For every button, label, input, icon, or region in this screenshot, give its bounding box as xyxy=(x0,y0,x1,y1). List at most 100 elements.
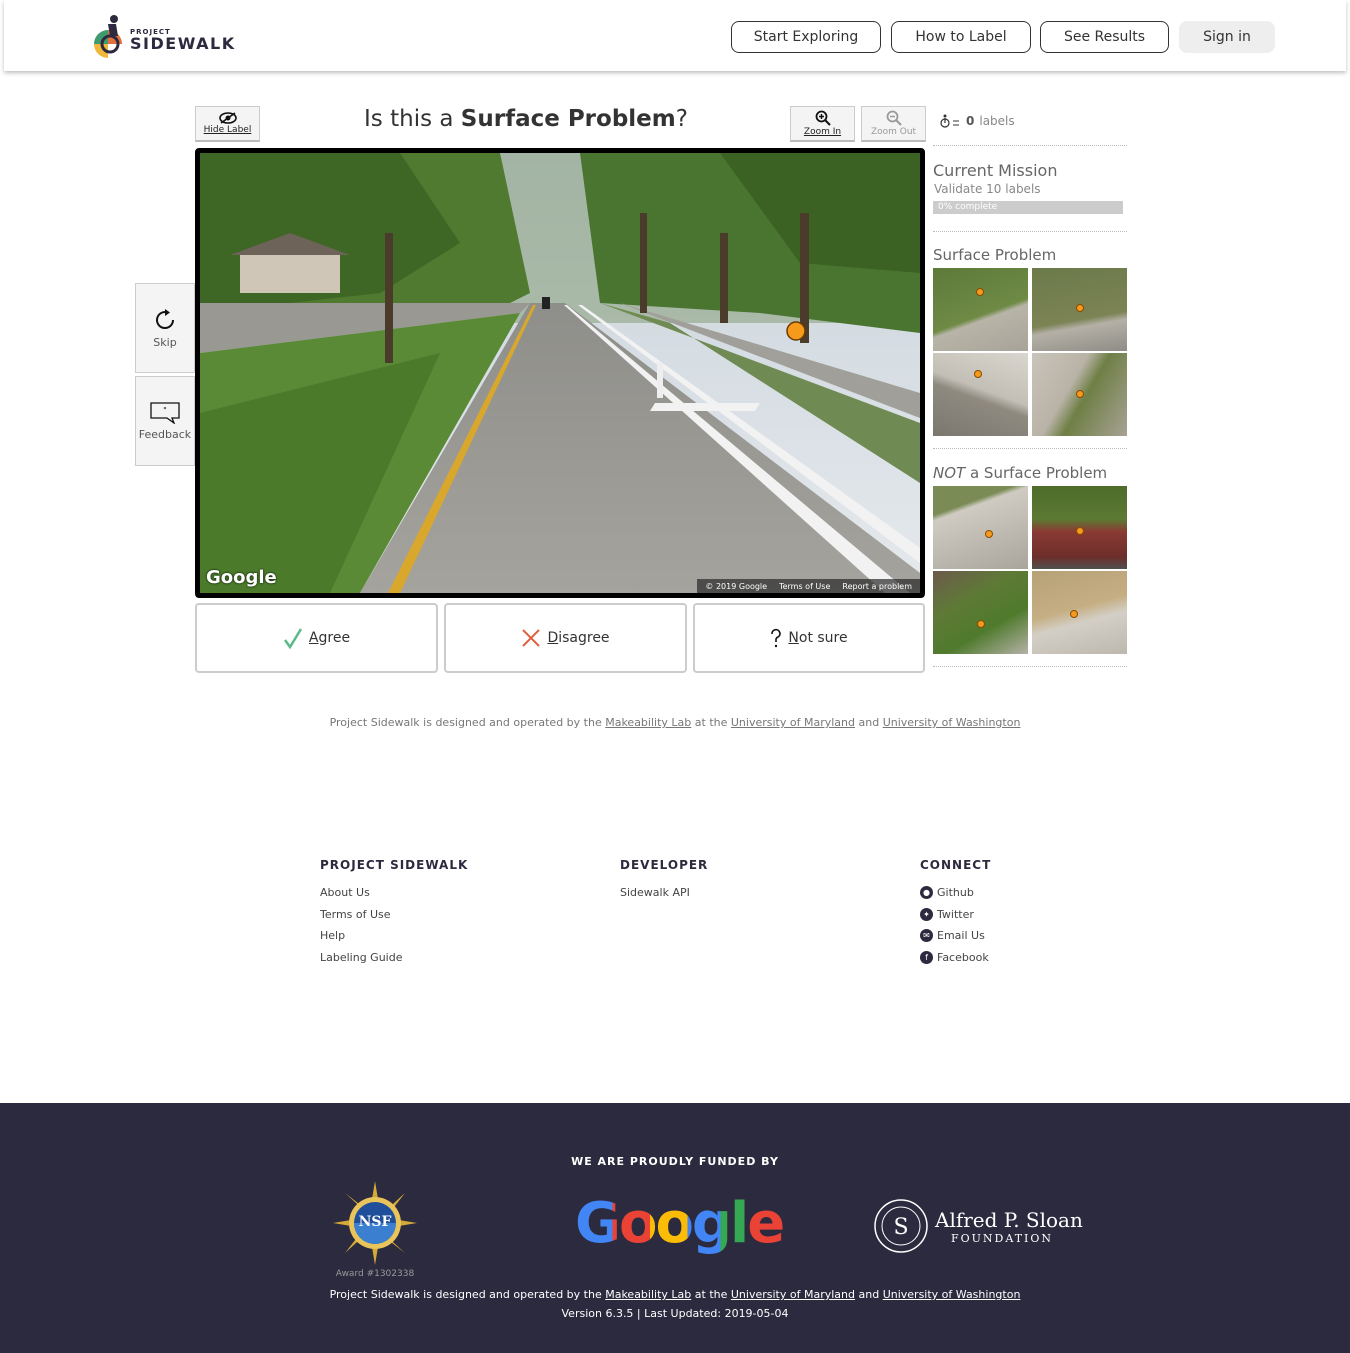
footer-developer-title: DEVELOPER xyxy=(620,858,709,872)
divider xyxy=(933,448,1127,449)
wheelchair-logo-icon xyxy=(94,15,122,58)
labeling-guide-link[interactable]: Labeling Guide xyxy=(320,947,468,969)
feedback-label: Feedback xyxy=(138,427,192,441)
counter-example-image-4[interactable] xyxy=(1032,571,1127,654)
uw-link[interactable]: University of Washington xyxy=(883,716,1021,729)
facebook-link[interactable]: f Facebook xyxy=(920,947,991,969)
credit-prefix: Project Sidewalk is designed and operate… xyxy=(329,716,606,729)
google-logo-text: Google xyxy=(575,1191,785,1256)
site-header: PROJECT SIDEWALK Start Exploring How to … xyxy=(4,0,1346,71)
wheelchair-icon xyxy=(940,114,959,128)
github-label: Github xyxy=(937,886,974,900)
street-view-panorama[interactable]: Google © 2019 Google Terms of Use Report… xyxy=(195,148,925,598)
street-view-image xyxy=(200,153,920,593)
github-link[interactable]: ● Github xyxy=(920,882,991,904)
validation-question: Is this a Surface Problem? xyxy=(262,106,790,132)
see-results-button[interactable]: See Results xyxy=(1040,21,1169,53)
skip-label: Skip xyxy=(153,335,177,349)
fcredit-prefix: Project Sidewalk is designed and operate… xyxy=(329,1288,606,1301)
refresh-icon xyxy=(156,308,175,329)
disagree-button[interactable]: Disagree xyxy=(444,603,687,673)
mission-progress-text: 0% complete xyxy=(938,202,998,212)
zoom-in-icon xyxy=(815,110,831,126)
footer-column-connect: CONNECT ● Github ✦ Twitter ✉ Email Us f Face… xyxy=(920,858,991,968)
start-exploring-button[interactable]: Start Exploring xyxy=(731,21,881,53)
zoom-out-button[interactable]: Zoom Out xyxy=(861,106,926,142)
not-sure-label: Not sure xyxy=(788,630,848,646)
footer-umd-link[interactable]: University of Maryland xyxy=(731,1288,855,1301)
example-image-2[interactable] xyxy=(1032,268,1127,351)
mission-description: Validate 10 labels xyxy=(934,182,1041,196)
google-watermark: Google xyxy=(206,567,277,588)
hide-label-text: Hide Label xyxy=(203,125,252,135)
credit-line: Project Sidewalk is designed and operate… xyxy=(0,716,1350,729)
nsf-award: Award #1302338 xyxy=(335,1269,415,1279)
pano-copyright: © 2019 Google xyxy=(705,581,768,591)
sloan-seal-icon: S xyxy=(874,1199,928,1253)
divider xyxy=(933,666,1127,667)
pano-report-link[interactable]: Report a problem xyxy=(842,582,912,591)
hide-label-button[interactable]: Hide Label xyxy=(195,106,260,142)
counter-examples-not: NOT xyxy=(933,464,966,482)
sloan-logo[interactable]: S Alfred P. Sloan FOUNDATION xyxy=(873,1198,1083,1258)
example-image-1[interactable] xyxy=(933,268,1028,351)
facebook-icon: f xyxy=(920,950,933,964)
nsf-logo[interactable]: NSF xyxy=(333,1181,417,1265)
divider xyxy=(933,231,1127,232)
funders-title: WE ARE PROUDLY FUNDED BY xyxy=(571,1155,779,1168)
divider xyxy=(933,145,1127,146)
footer-project-title: PROJECT SIDEWALK xyxy=(320,858,469,872)
twitter-link[interactable]: ✦ Twitter xyxy=(920,904,991,926)
disagree-label: Disagree xyxy=(547,630,610,646)
speech-bubble-icon: " xyxy=(150,401,180,424)
umd-link[interactable]: University of Maryland xyxy=(731,716,855,729)
label-count-suffix: labels xyxy=(979,114,1015,128)
version-info: Version 6.3.5 | Last Updated: 2019-05-04 xyxy=(561,1307,789,1320)
footer-makeability-lab-link[interactable]: Makeability Lab xyxy=(605,1288,691,1301)
twitter-icon: ✦ xyxy=(920,907,933,921)
terms-of-use-link[interactable]: Terms of Use xyxy=(320,904,468,926)
counter-example-image-2[interactable] xyxy=(1032,486,1127,569)
pano-footer: © 2019 Google Terms of Use Report a prob… xyxy=(697,579,920,593)
zoom-out-icon xyxy=(886,110,902,126)
feedback-button[interactable]: " Feedback xyxy=(135,376,195,466)
google-logo[interactable]: Google xyxy=(575,1191,785,1261)
sign-in-button[interactable]: Sign in xyxy=(1179,21,1275,53)
help-link[interactable]: Help xyxy=(320,925,468,947)
twitter-label: Twitter xyxy=(937,907,974,921)
question-prefix: Is this a xyxy=(364,106,461,132)
counter-example-image-1[interactable] xyxy=(933,486,1028,569)
zoom-out-text: Zoom Out xyxy=(870,127,917,137)
fcredit-mid2: and xyxy=(854,1288,883,1301)
question-suffix: ? xyxy=(675,106,688,132)
label-count-value: 0 xyxy=(966,114,975,128)
footer-uw-link[interactable]: University of Washington xyxy=(883,1288,1021,1301)
about-us-link[interactable]: About Us xyxy=(320,882,468,904)
label-count: 0 labels xyxy=(939,114,1015,128)
project-sidewalk-logo[interactable]: PROJECT SIDEWALK xyxy=(90,14,250,58)
footer-column-developer: DEVELOPER Sidewalk API xyxy=(620,858,708,904)
agree-label: Agree xyxy=(308,630,351,646)
credit-mid2: and xyxy=(854,716,883,729)
sidewalk-api-link[interactable]: Sidewalk API xyxy=(620,882,708,904)
github-icon: ● xyxy=(920,886,933,900)
not-sure-button[interactable]: Not sure xyxy=(693,603,925,673)
zoom-in-button[interactable]: Zoom In xyxy=(790,106,855,142)
how-to-label-button[interactable]: How to Label xyxy=(891,21,1031,53)
example-image-3[interactable] xyxy=(933,353,1028,436)
agree-button[interactable]: Agree xyxy=(195,603,438,673)
pano-terms-link[interactable]: Terms of Use xyxy=(779,582,830,591)
sloan-line1: Alfred P. Sloan xyxy=(935,1208,1083,1232)
example-image-4[interactable] xyxy=(1032,353,1127,436)
makeability-lab-link[interactable]: Makeability Lab xyxy=(605,716,691,729)
cross-icon xyxy=(522,629,541,647)
funders-credit-line: Project Sidewalk is designed and operate… xyxy=(0,1288,1350,1301)
sloan-line2: FOUNDATION xyxy=(951,1232,1054,1245)
question-label-type: Surface Problem xyxy=(460,106,676,132)
mission-progress-bar: 0% complete xyxy=(933,201,1123,214)
eye-slash-icon xyxy=(218,112,237,124)
skip-button[interactable]: Skip xyxy=(135,283,195,373)
email-link[interactable]: ✉ Email Us xyxy=(920,925,991,947)
counter-example-image-3[interactable] xyxy=(933,571,1028,654)
logo-text-big: SIDEWALK xyxy=(130,34,236,53)
